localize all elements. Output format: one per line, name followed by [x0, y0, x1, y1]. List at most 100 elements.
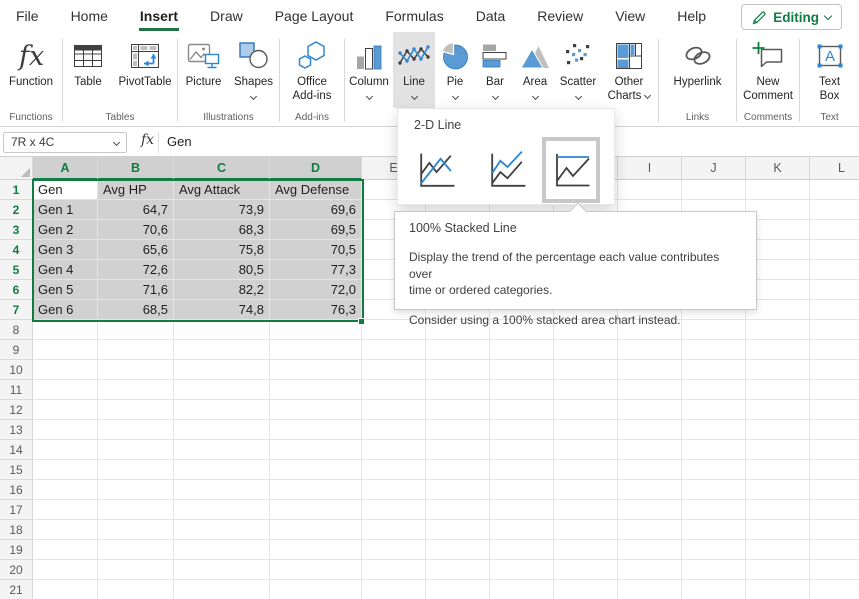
cell-B6[interactable]: 71,6: [98, 280, 173, 299]
tab-home[interactable]: Home: [55, 0, 124, 32]
row-header-1[interactable]: 1: [0, 180, 33, 200]
cell-B5[interactable]: 72,6: [98, 260, 173, 279]
cell-B4[interactable]: 65,6: [98, 240, 173, 259]
text-box-button[interactable]: A Text Box: [807, 32, 853, 108]
tab-data[interactable]: Data: [460, 0, 522, 32]
stacked-line-option[interactable]: [483, 146, 530, 194]
row-header-19[interactable]: 19: [0, 540, 33, 560]
chart-tooltip: 100% Stacked Line Display the trend of t…: [394, 211, 757, 310]
picture-button[interactable]: Picture: [179, 32, 229, 108]
tab-insert[interactable]: Insert: [124, 0, 194, 32]
column-chart-button[interactable]: Column: [345, 32, 393, 108]
cell-B2[interactable]: 64,7: [98, 200, 173, 219]
tab-formulas[interactable]: Formulas: [369, 0, 459, 32]
button-label: Column: [349, 76, 389, 90]
cell-C7[interactable]: 74,8: [174, 300, 269, 319]
fx-icon[interactable]: fx: [141, 132, 154, 148]
fill-handle[interactable]: [358, 318, 365, 325]
line-option[interactable]: [412, 146, 459, 194]
column-header-K[interactable]: K: [746, 157, 810, 180]
cell-D4[interactable]: 70,5: [270, 240, 361, 259]
cell-C1[interactable]: Avg Attack: [174, 180, 269, 199]
tab-view[interactable]: View: [599, 0, 661, 32]
cell-A3[interactable]: Gen 2: [33, 220, 97, 239]
line-chart-icon: [398, 38, 430, 74]
row-header-9[interactable]: 9: [0, 340, 33, 360]
cell-D5[interactable]: 77,3: [270, 260, 361, 279]
cell-A1[interactable]: Gen: [33, 180, 97, 199]
cell-B3[interactable]: 70,6: [98, 220, 173, 239]
cell-C4[interactable]: 75,8: [174, 240, 269, 259]
cell-C2[interactable]: 73,9: [174, 200, 269, 219]
tab-draw[interactable]: Draw: [194, 0, 259, 32]
bar-chart-button[interactable]: Bar: [475, 32, 515, 108]
column-header-J[interactable]: J: [682, 157, 746, 180]
row-header-11[interactable]: 11: [0, 380, 33, 400]
column-header-A[interactable]: A: [33, 157, 98, 180]
tab-file[interactable]: File: [0, 0, 55, 32]
shapes-icon: [239, 38, 269, 74]
row-header-21[interactable]: 21: [0, 580, 33, 599]
cell-D2[interactable]: 69,6: [270, 200, 361, 219]
column-header-I[interactable]: I: [618, 157, 682, 180]
cell-C5[interactable]: 80,5: [174, 260, 269, 279]
tab-review[interactable]: Review: [521, 0, 599, 32]
row-header-15[interactable]: 15: [0, 460, 33, 480]
cell-A2[interactable]: Gen 1: [33, 200, 97, 219]
cell-B7[interactable]: 68,5: [98, 300, 173, 319]
row-header-8[interactable]: 8: [0, 320, 33, 340]
cell-A6[interactable]: Gen 5: [33, 280, 97, 299]
hyperlink-button[interactable]: Hyperlink: [662, 32, 734, 108]
stacked100-line-option[interactable]: [542, 137, 600, 203]
scatter-chart-button[interactable]: Scatter: [555, 32, 601, 108]
line-chart-button[interactable]: Line: [393, 32, 435, 108]
row-header-4[interactable]: 4: [0, 240, 33, 260]
editing-mode-button[interactable]: Editing: [741, 4, 842, 30]
ribbon-group-illustrations: Picture Shapes Illustrations: [178, 32, 279, 126]
row-header-12[interactable]: 12: [0, 400, 33, 420]
row-header-5[interactable]: 5: [0, 260, 33, 280]
cell-D3[interactable]: 69,5: [270, 220, 361, 239]
column-header-D[interactable]: D: [270, 157, 362, 180]
row-header-6[interactable]: 6: [0, 280, 33, 300]
tab-page-layout[interactable]: Page Layout: [259, 0, 370, 32]
row-header-17[interactable]: 17: [0, 500, 33, 520]
select-all-button[interactable]: [0, 157, 33, 180]
cell-A4[interactable]: Gen 3: [33, 240, 97, 259]
cell-B1[interactable]: Avg HP: [98, 180, 173, 199]
cell-D7[interactable]: 76,3: [270, 300, 361, 319]
new-comment-button[interactable]: New Comment: [738, 32, 798, 108]
column-header-B[interactable]: B: [98, 157, 174, 180]
row-header-16[interactable]: 16: [0, 480, 33, 500]
row-header-10[interactable]: 10: [0, 360, 33, 380]
pivottable-button[interactable]: PivotTable: [113, 32, 177, 108]
formula-input[interactable]: Gen: [167, 134, 192, 149]
column-header-L[interactable]: L: [810, 157, 859, 180]
table-button[interactable]: Table: [63, 32, 113, 108]
excel-web-app: File Home Insert Draw Page Layout Formul…: [0, 0, 859, 599]
row-header-7[interactable]: 7: [0, 300, 33, 320]
gridline: [33, 379, 859, 380]
hyperlink-icon: [681, 38, 715, 74]
row-header-14[interactable]: 14: [0, 440, 33, 460]
row-header-20[interactable]: 20: [0, 560, 33, 580]
function-button[interactable]: fx Function: [1, 32, 61, 108]
office-addins-button[interactable]: Office Add-ins: [282, 32, 342, 108]
cell-D1[interactable]: Avg Defense: [270, 180, 361, 199]
cell-D6[interactable]: 72,0: [270, 280, 361, 299]
cell-A7[interactable]: Gen 6: [33, 300, 97, 319]
column-header-C[interactable]: C: [174, 157, 270, 180]
cell-A5[interactable]: Gen 4: [33, 260, 97, 279]
cell-C6[interactable]: 82,2: [174, 280, 269, 299]
row-header-18[interactable]: 18: [0, 520, 33, 540]
row-header-2[interactable]: 2: [0, 200, 33, 220]
name-box[interactable]: 7R x 4C: [3, 132, 127, 153]
row-header-13[interactable]: 13: [0, 420, 33, 440]
pie-chart-button[interactable]: Pie: [435, 32, 475, 108]
row-header-3[interactable]: 3: [0, 220, 33, 240]
shapes-button[interactable]: Shapes: [229, 32, 279, 108]
cell-C3[interactable]: 68,3: [174, 220, 269, 239]
area-chart-button[interactable]: Area: [515, 32, 555, 108]
tab-help[interactable]: Help: [661, 0, 722, 32]
other-charts-button[interactable]: Other Charts: [601, 32, 657, 108]
